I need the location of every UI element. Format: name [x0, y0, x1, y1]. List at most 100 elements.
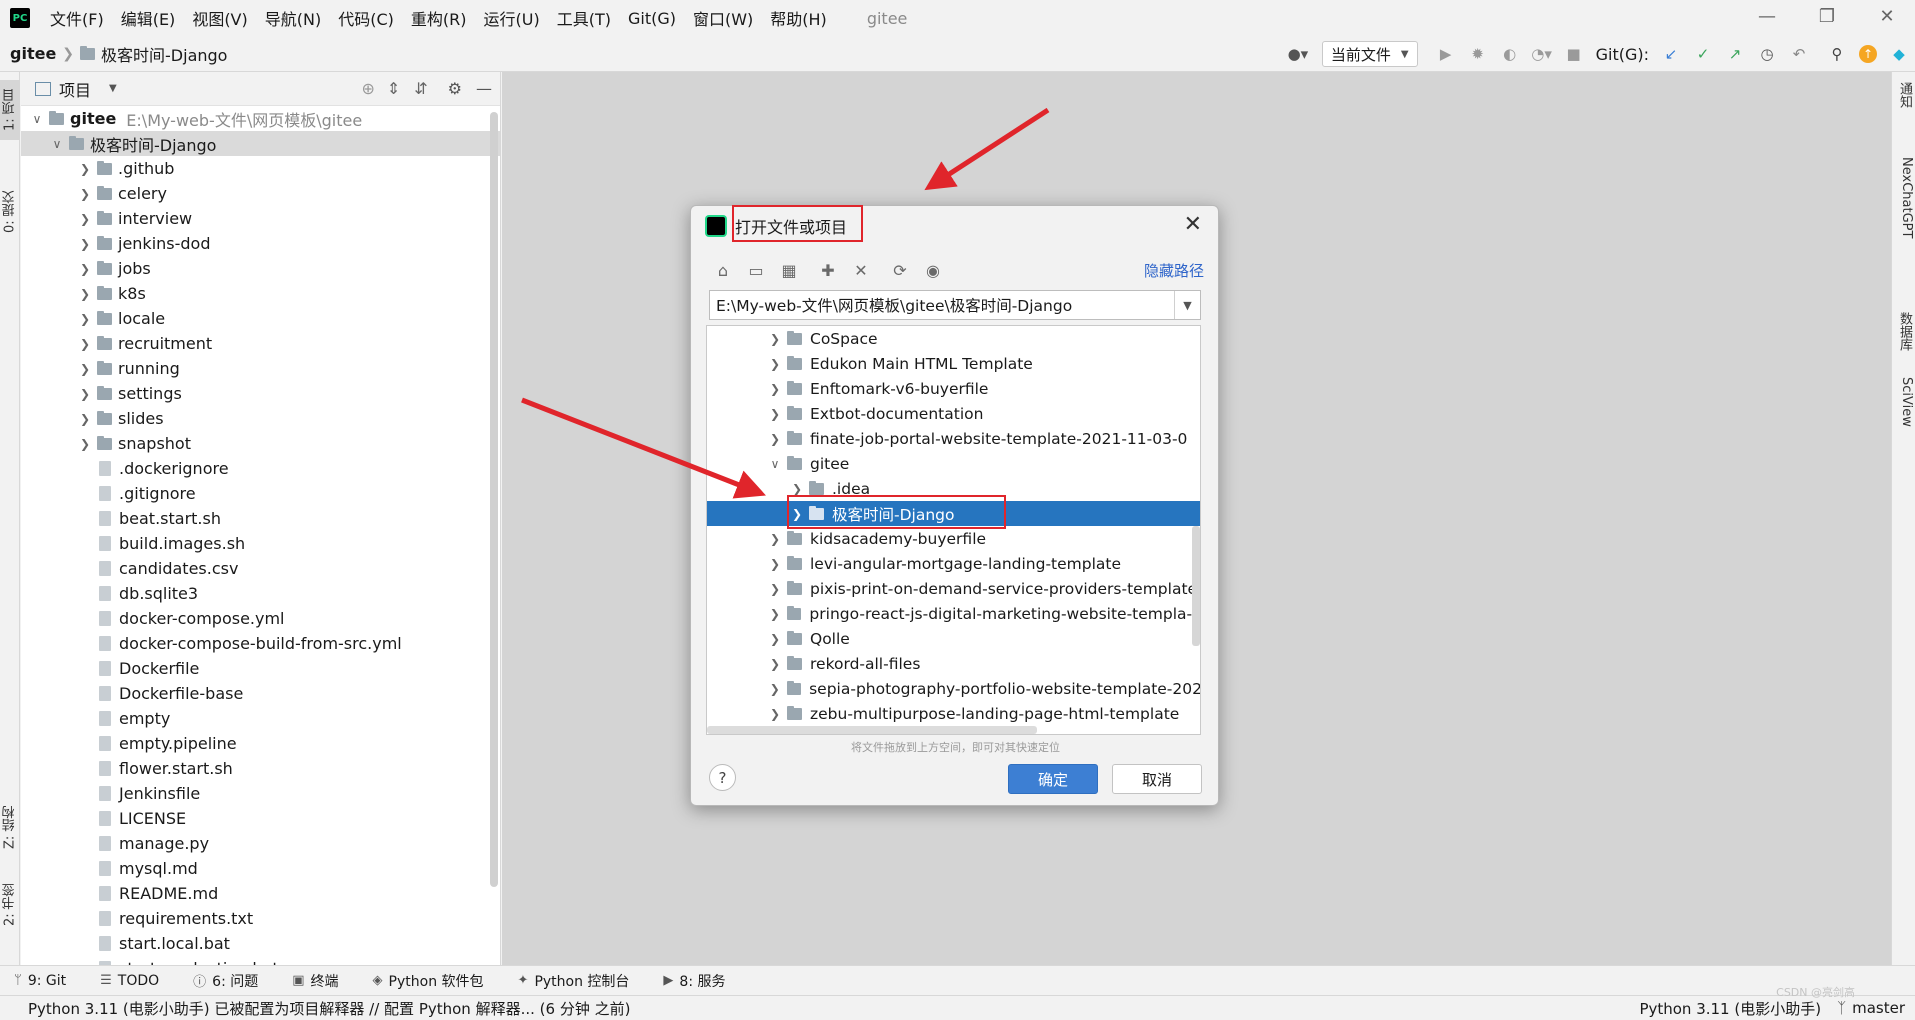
locate-icon[interactable]: ⊕ [361, 79, 374, 98]
chevron-right-icon[interactable]: ❯ [767, 432, 783, 446]
tree-file-row[interactable]: empty.pipeline [21, 731, 500, 756]
tree-file-row[interactable]: db.sqlite3 [21, 581, 500, 606]
menu-item[interactable]: 重构(R) [411, 6, 467, 30]
bottom-tool-button[interactable]: ⓘ 6: 问题 [193, 971, 258, 991]
dialog-tree-row[interactable]: ❯ levi-angular-mortgage-landing-template [707, 551, 1200, 576]
pycharm-icon[interactable]: ◆ [1889, 44, 1909, 64]
hide-panel-icon[interactable]: — [476, 79, 492, 98]
minimize-icon[interactable]: — [1755, 6, 1779, 27]
tree-folder-row[interactable]: ❯ jenkins-dod [21, 231, 500, 256]
dialog-tree-row[interactable]: ❯ finate-job-portal-website-template-2021… [707, 426, 1200, 451]
chevron-down-icon[interactable]: ∨ [767, 457, 783, 471]
tree-folder-row[interactable]: ∨ 极客时间-Django [21, 131, 500, 156]
tree-folder-row[interactable]: ❯ locale [21, 306, 500, 331]
git-push-icon[interactable]: ↗ [1725, 44, 1745, 64]
chevron-right-icon[interactable]: ❯ [77, 312, 93, 326]
interpreter-indicator[interactable]: Python 3.11 (电影小助手) [1639, 998, 1821, 1019]
chevron-right-icon[interactable]: ❯ [789, 482, 805, 496]
scrollbar[interactable] [490, 112, 498, 887]
help-button[interactable]: ? [709, 764, 736, 791]
chevron-right-icon[interactable]: ❯ [767, 707, 783, 721]
chevron-right-icon[interactable]: ❯ [77, 362, 93, 376]
chevron-right-icon[interactable]: ❯ [77, 237, 93, 251]
chevron-right-icon[interactable]: ❯ [767, 332, 783, 346]
status-message[interactable]: Python 3.11 (电影小助手) 已被配置为项目解释器 // 配置 Pyt… [28, 998, 630, 1019]
refresh-icon[interactable]: ⟳ [890, 260, 910, 280]
chevron-right-icon[interactable]: ❯ [767, 532, 783, 546]
tree-file-row[interactable]: start.local.bat [21, 931, 500, 956]
tree-folder-row[interactable]: ❯ snapshot [21, 431, 500, 456]
restore-icon[interactable]: ❐ [1815, 6, 1839, 27]
tab-database[interactable]: 数据库 [1894, 312, 1914, 351]
chevron-right-icon[interactable]: ❯ [767, 632, 783, 646]
menu-item[interactable]: 工具(T) [557, 6, 611, 30]
chevron-down-icon[interactable]: ∨ [49, 137, 65, 151]
chevron-down-icon[interactable]: ∨ [29, 112, 45, 126]
tree-folder-row[interactable]: ❯ slides [21, 406, 500, 431]
run-config-select[interactable]: 当前文件 ▼ [1321, 41, 1418, 67]
menu-item[interactable]: 视图(V) [192, 6, 247, 30]
tree-folder-row[interactable]: ❯ k8s [21, 281, 500, 306]
path-input[interactable]: E:\My-web-文件\网页模板\gitee\极客时间-Django ▼ [709, 290, 1201, 320]
update-icon[interactable]: ↑ [1859, 45, 1877, 63]
run-icon[interactable]: ▶ [1436, 44, 1456, 64]
cancel-button[interactable]: 取消 [1112, 764, 1202, 794]
tree-file-row[interactable]: requirements.txt [21, 906, 500, 931]
tree-file-row[interactable]: mysql.md [21, 856, 500, 881]
menu-item[interactable]: Git(G) [628, 9, 676, 28]
search-icon[interactable]: ⚲ [1827, 44, 1847, 64]
hide-path-link[interactable]: 隐藏路径 [1144, 260, 1204, 281]
chevron-down-icon[interactable]: ▼ [1174, 291, 1200, 319]
breadcrumb-root[interactable]: gitee [10, 44, 56, 63]
chevron-right-icon[interactable]: ❯ [767, 557, 783, 571]
tab-project[interactable]: 1: 项目 [0, 80, 20, 140]
tree-file-row[interactable]: build.images.sh [21, 531, 500, 556]
dialog-tree-row[interactable]: ❯ kidsacademy-buyerfile [707, 526, 1200, 551]
stop-icon[interactable]: ■ [1564, 44, 1584, 64]
menu-item[interactable]: 文件(F) [50, 6, 104, 30]
tab-commit[interactable]: 0: 提交 [0, 177, 20, 247]
profile-icon[interactable]: ◔▾ [1531, 44, 1552, 64]
chevron-right-icon[interactable]: ❯ [77, 387, 93, 401]
user-icon[interactable]: ●▾ [1288, 44, 1309, 64]
tree-folder-row[interactable]: ❯ settings [21, 381, 500, 406]
dialog-tree-row[interactable]: ❯ zebu-multipurpose-landing-page-html-tem… [707, 701, 1200, 726]
bottom-tool-button[interactable]: ᛘ 9: Git [14, 973, 66, 989]
tree-file-row[interactable]: flower.start.sh [21, 756, 500, 781]
chevron-right-icon[interactable]: ❯ [767, 607, 783, 621]
chevron-right-icon[interactable]: ❯ [77, 187, 93, 201]
chevron-right-icon[interactable]: ❯ [77, 337, 93, 351]
tree-file-row[interactable]: Dockerfile [21, 656, 500, 681]
dialog-tree-row[interactable]: ❯ rekord-all-files [707, 651, 1200, 676]
tree-file-row[interactable]: start.production.bat [21, 956, 500, 965]
tab-structure[interactable]: Z: 结构 [0, 792, 20, 862]
dialog-tree-row[interactable]: ❯ CoSpace [707, 326, 1200, 351]
coverage-icon[interactable]: ◐ [1500, 44, 1520, 64]
tree-file-row[interactable]: docker-compose.yml [21, 606, 500, 631]
tree-file-row[interactable]: Jenkinsfile [21, 781, 500, 806]
close-window-icon[interactable]: ✕ [1875, 6, 1899, 27]
chevron-right-icon[interactable]: ❯ [77, 212, 93, 226]
dialog-tree-row[interactable]: ❯ pixis-print-on-demand-service-providers… [707, 576, 1200, 601]
chevron-right-icon[interactable]: ❯ [77, 412, 93, 426]
git-commit-icon[interactable]: ✓ [1693, 44, 1713, 64]
menu-item[interactable]: 导航(N) [265, 6, 321, 30]
menu-item[interactable]: 编辑(E) [121, 6, 176, 30]
dialog-tree-row[interactable]: ❯ sepia-photography-portfolio-website-tem… [707, 676, 1200, 701]
history-icon[interactable]: ◷ [1757, 44, 1777, 64]
debug-icon[interactable]: ✹ [1468, 44, 1488, 64]
chevron-right-icon[interactable]: ❯ [767, 357, 783, 371]
chevron-right-icon[interactable]: ❯ [77, 287, 93, 301]
git-update-icon[interactable]: ↙ [1661, 44, 1681, 64]
bottom-tool-button[interactable]: ◈ Python 软件包 [373, 971, 484, 991]
dialog-tree-row[interactable]: ❯ Edukon Main HTML Template [707, 351, 1200, 376]
delete-icon[interactable]: ✕ [851, 260, 871, 280]
tree-file-row[interactable]: README.md [21, 881, 500, 906]
new-folder-icon[interactable]: ✚ [818, 260, 838, 280]
tree-folder-row[interactable]: ❯ recruitment [21, 331, 500, 356]
dialog-tree-row[interactable]: ❯ Qolle [707, 626, 1200, 651]
tree-folder-row[interactable]: ❯ celery [21, 181, 500, 206]
breadcrumb-item[interactable]: 极客时间-Django [101, 42, 227, 66]
tree-folder-row[interactable]: ∨ gitee E:\My-web-文件\网页模板\gitee [21, 106, 500, 131]
dialog-tree-row[interactable]: ❯ pringo-react-js-digital-marketing-websi… [707, 601, 1200, 626]
